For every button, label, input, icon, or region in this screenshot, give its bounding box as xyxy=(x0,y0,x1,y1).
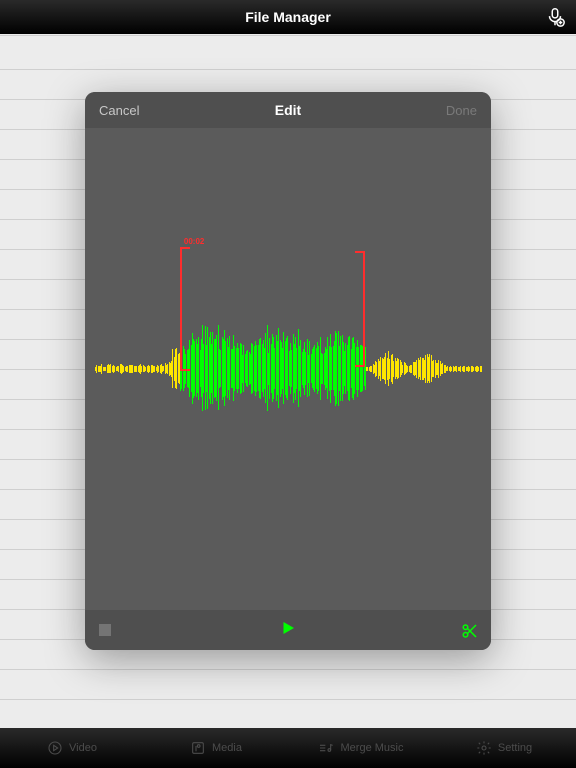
tab-media-label: Media xyxy=(212,742,242,754)
top-bar: File Manager xyxy=(0,0,576,34)
edit-modal-header: Cancel Edit Done xyxy=(85,92,491,128)
app-title: File Manager xyxy=(245,9,331,25)
play-button[interactable] xyxy=(279,619,297,642)
tab-settings[interactable]: Setting xyxy=(432,740,576,756)
tab-settings-label: Setting xyxy=(498,742,532,754)
tab-video[interactable]: Video xyxy=(0,740,144,756)
tab-merge-label: Merge Music xyxy=(341,742,404,754)
tab-media[interactable]: Media xyxy=(144,740,288,756)
done-button[interactable]: Done xyxy=(432,92,491,128)
edit-modal: Cancel Edit Done 00:02 xyxy=(85,92,491,650)
selection-start-time: 00:02 xyxy=(184,237,204,246)
scissors-icon[interactable] xyxy=(461,622,479,645)
waveform-area[interactable]: 00:02 xyxy=(85,128,491,610)
edit-toolbar xyxy=(85,610,491,650)
tab-merge-music[interactable]: Merge Music xyxy=(288,740,432,756)
cancel-button[interactable]: Cancel xyxy=(85,92,153,128)
tab-video-label: Video xyxy=(69,742,97,754)
edit-modal-title: Edit xyxy=(275,102,301,118)
stop-button[interactable] xyxy=(99,624,111,636)
record-icon[interactable] xyxy=(544,6,566,31)
bottom-tab-bar: Video Media Merge Music Setting xyxy=(0,728,576,768)
